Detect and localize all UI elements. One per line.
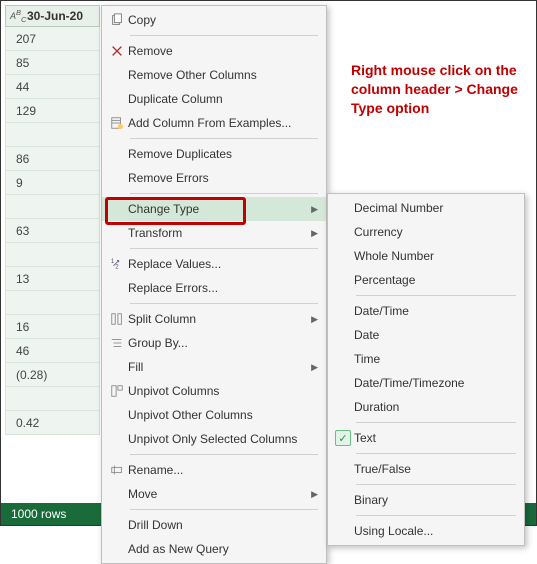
- column-header-label: 30-Jun-20: [27, 9, 83, 23]
- rename-icon: [106, 463, 128, 477]
- data-cell[interactable]: 46: [5, 339, 100, 363]
- submenu-datetime[interactable]: Date/Time: [328, 299, 524, 323]
- svg-text:1: 1: [111, 258, 115, 265]
- menu-move[interactable]: Move ▶: [102, 482, 326, 506]
- copy-icon: [106, 13, 128, 27]
- svg-text:2: 2: [115, 263, 119, 270]
- submenu-text[interactable]: ✓ Text: [328, 426, 524, 450]
- submenu-time[interactable]: Time: [328, 347, 524, 371]
- menu-separator: [130, 509, 318, 510]
- menu-separator: [130, 248, 318, 249]
- submenu-decimal-number[interactable]: Decimal Number: [328, 196, 524, 220]
- submenu-duration[interactable]: Duration: [328, 395, 524, 419]
- column-header[interactable]: ABC 30-Jun-20: [5, 5, 100, 27]
- menu-drill-down[interactable]: Drill Down: [102, 513, 326, 537]
- checkmark-icon: ✓: [335, 430, 351, 446]
- submenu-binary[interactable]: Binary: [328, 488, 524, 512]
- data-cell[interactable]: [5, 243, 100, 267]
- submenu-arrow-icon: ▶: [311, 204, 318, 215]
- menu-remove-duplicates[interactable]: Remove Duplicates: [102, 142, 326, 166]
- submenu-currency[interactable]: Currency: [328, 220, 524, 244]
- remove-icon: [106, 44, 128, 58]
- submenu-arrow-icon: ▶: [311, 228, 318, 239]
- data-cell[interactable]: 0.42: [5, 411, 100, 435]
- menu-separator: [130, 193, 318, 194]
- unpivot-icon: [106, 384, 128, 398]
- group-by-icon: [106, 336, 128, 350]
- submenu-arrow-icon: ▶: [311, 362, 318, 373]
- data-cell[interactable]: 85: [5, 51, 100, 75]
- status-rows-label: 1000 rows: [11, 507, 66, 521]
- text-type-icon: ABC: [10, 9, 24, 24]
- context-menu: Copy Remove Remove Other Columns Duplica…: [101, 5, 327, 564]
- menu-add-column-from-examples[interactable]: Add Column From Examples...: [102, 111, 326, 135]
- menu-separator: [356, 484, 516, 485]
- menu-remove-errors[interactable]: Remove Errors: [102, 166, 326, 190]
- menu-separator: [130, 454, 318, 455]
- menu-separator: [130, 303, 318, 304]
- data-cell[interactable]: 13: [5, 267, 100, 291]
- annotation-text: Right mouse click on the column header >…: [351, 61, 526, 118]
- menu-separator: [356, 453, 516, 454]
- menu-separator: [356, 295, 516, 296]
- submenu-using-locale[interactable]: Using Locale...: [328, 519, 524, 543]
- menu-replace-values[interactable]: 12 Replace Values...: [102, 252, 326, 276]
- menu-transform[interactable]: Transform ▶: [102, 221, 326, 245]
- menu-separator: [356, 515, 516, 516]
- data-cell[interactable]: 44: [5, 75, 100, 99]
- data-cell[interactable]: 16: [5, 315, 100, 339]
- menu-separator: [130, 35, 318, 36]
- replace-values-icon: 12: [106, 257, 128, 271]
- menu-duplicate-column[interactable]: Duplicate Column: [102, 87, 326, 111]
- data-cell[interactable]: 63: [5, 219, 100, 243]
- submenu-arrow-icon: ▶: [311, 489, 318, 500]
- data-cell[interactable]: 9: [5, 171, 100, 195]
- menu-remove-other-columns[interactable]: Remove Other Columns: [102, 63, 326, 87]
- submenu-arrow-icon: ▶: [311, 314, 318, 325]
- add-column-icon: [106, 116, 128, 130]
- data-cell[interactable]: [5, 195, 100, 219]
- split-column-icon: [106, 312, 128, 326]
- change-type-submenu: Decimal Number Currency Whole Number Per…: [327, 193, 525, 546]
- menu-remove[interactable]: Remove: [102, 39, 326, 63]
- menu-fill[interactable]: Fill ▶: [102, 355, 326, 379]
- menu-change-type[interactable]: Change Type ▶: [102, 197, 326, 221]
- menu-group-by[interactable]: Group By...: [102, 331, 326, 355]
- menu-unpivot-other-columns[interactable]: Unpivot Other Columns: [102, 403, 326, 427]
- menu-rename[interactable]: Rename...: [102, 458, 326, 482]
- data-cell[interactable]: [5, 291, 100, 315]
- menu-replace-errors[interactable]: Replace Errors...: [102, 276, 326, 300]
- menu-copy[interactable]: Copy: [102, 8, 326, 32]
- data-cell[interactable]: [5, 123, 100, 147]
- menu-unpivot-columns[interactable]: Unpivot Columns: [102, 379, 326, 403]
- data-cell[interactable]: [5, 387, 100, 411]
- data-cell[interactable]: (0.28): [5, 363, 100, 387]
- data-cell[interactable]: 86: [5, 147, 100, 171]
- menu-unpivot-selected-columns[interactable]: Unpivot Only Selected Columns: [102, 427, 326, 451]
- menu-split-column[interactable]: Split Column ▶: [102, 307, 326, 331]
- data-cell[interactable]: 207: [5, 27, 100, 51]
- menu-add-as-new-query[interactable]: Add as New Query: [102, 537, 326, 561]
- data-cell[interactable]: 129: [5, 99, 100, 123]
- submenu-date[interactable]: Date: [328, 323, 524, 347]
- submenu-datetimezone[interactable]: Date/Time/Timezone: [328, 371, 524, 395]
- submenu-truefalse[interactable]: True/False: [328, 457, 524, 481]
- submenu-percentage[interactable]: Percentage: [328, 268, 524, 292]
- submenu-whole-number[interactable]: Whole Number: [328, 244, 524, 268]
- menu-separator: [130, 138, 318, 139]
- menu-separator: [356, 422, 516, 423]
